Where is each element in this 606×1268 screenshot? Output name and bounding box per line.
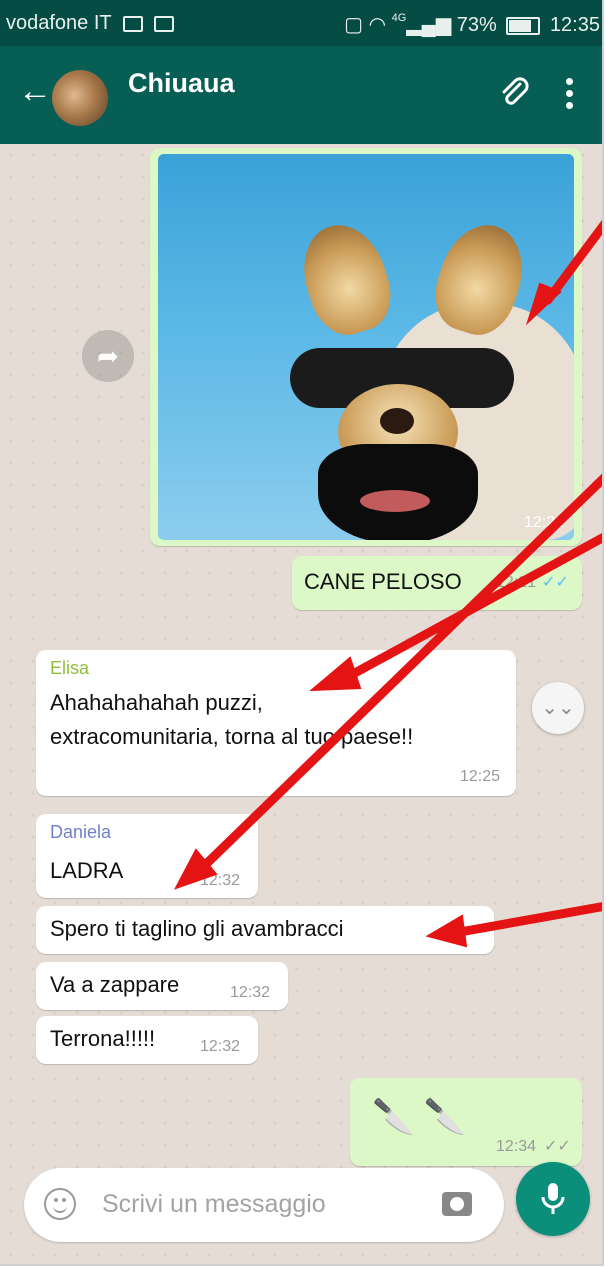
emoji-icon[interactable]	[44, 1188, 76, 1220]
status-right: ▢ ◠ 4G▂▄▆ 73% 12:35	[344, 12, 600, 37]
status-bar: vodafone IT ▢ ◠ 4G▂▄▆ 73% 12:35	[0, 0, 602, 46]
message-avambracci[interactable]: Spero ti taglino gli avambracci	[36, 906, 494, 954]
sender-daniela: Daniela	[50, 822, 112, 842]
network-type: 4G	[391, 12, 407, 24]
mouth	[360, 490, 430, 512]
status-clock: 12:35	[549, 14, 600, 36]
battery-percent: 73%	[456, 14, 497, 36]
left-dog-ear	[290, 214, 402, 344]
forward-icon[interactable]: ➦	[82, 330, 134, 382]
message-text: extracomunitaria, torna al tuo paese!!	[50, 724, 414, 749]
message-timestamp: 12:32	[200, 872, 241, 889]
message-text: Spero ti taglino gli avambracci	[50, 916, 344, 941]
notification-icon	[122, 15, 143, 32]
message-text: Va a zappare	[50, 972, 180, 997]
message-daniela[interactable]: Daniela LADRA 12:32	[36, 814, 258, 898]
message-terrona[interactable]: Terrona!!!!! 12:32	[36, 1016, 258, 1064]
contact-name[interactable]: Chiuaua	[128, 68, 235, 99]
message-timestamp: 12:32	[230, 984, 271, 1001]
caption-bubble[interactable]: CANE PELOSO 12:21 ✓✓	[292, 556, 582, 610]
message-knives[interactable]: 🔪 🔪 12:34 ✓✓	[350, 1078, 582, 1166]
photo-timestamp: 12:21	[523, 514, 564, 531]
dog-nose	[380, 408, 414, 434]
message-input[interactable]: Scrivi un messaggio	[102, 1190, 326, 1219]
signal-icon: ▂▄▆	[406, 14, 452, 36]
sender-elisa: Elisa	[50, 658, 90, 678]
message-input-bar[interactable]: Scrivi un messaggio	[24, 1168, 504, 1242]
phone-screen: vodafone IT ▢ ◠ 4G▂▄▆ 73% 12:35 ← Chiuau…	[0, 0, 604, 1266]
chat-header: ← Chiuaua	[0, 46, 602, 144]
microphone-icon	[541, 1183, 565, 1214]
message-text: LADRA	[50, 858, 124, 883]
caption-timestamp: 12:21	[496, 574, 537, 591]
message-zappare[interactable]: Va a zappare 12:32	[36, 962, 288, 1010]
message-elisa[interactable]: Elisa Ahahahahahah puzzi, extracomunitar…	[36, 650, 516, 796]
camera-icon[interactable]	[442, 1192, 472, 1216]
dog-filter-selfie-image[interactable]	[158, 154, 574, 540]
back-arrow-icon[interactable]: ←	[18, 74, 52, 108]
scroll-down-button[interactable]: ⌄⌄	[532, 682, 584, 734]
message-timestamp: 12:34	[496, 1138, 537, 1155]
knife-emoji: 🔪 🔪	[372, 1098, 467, 1136]
battery-icon	[506, 16, 541, 35]
overflow-menu-icon[interactable]	[566, 78, 574, 114]
photo-message[interactable]: 12:21	[150, 148, 582, 546]
contact-avatar[interactable]	[52, 70, 108, 126]
caption-text: CANE PELOSO	[304, 569, 462, 594]
delivered-ticks-icon: ✓✓	[544, 1138, 571, 1155]
attach-clip-icon[interactable]	[498, 76, 530, 108]
mic-button[interactable]	[516, 1162, 590, 1236]
sim-icon: ▢	[344, 14, 364, 36]
read-ticks-icon: ✓✓	[542, 574, 569, 591]
message-timestamp: 12:32	[200, 1038, 241, 1055]
message-timestamp: 12:25	[460, 768, 501, 785]
wifi-icon: ◠	[368, 14, 387, 36]
image-notification-icon	[154, 15, 175, 32]
message-text: Terrona!!!!!	[50, 1026, 156, 1051]
carrier-name: vodafone IT	[6, 12, 175, 35]
message-text: Ahahahahahah puzzi,	[50, 690, 263, 715]
